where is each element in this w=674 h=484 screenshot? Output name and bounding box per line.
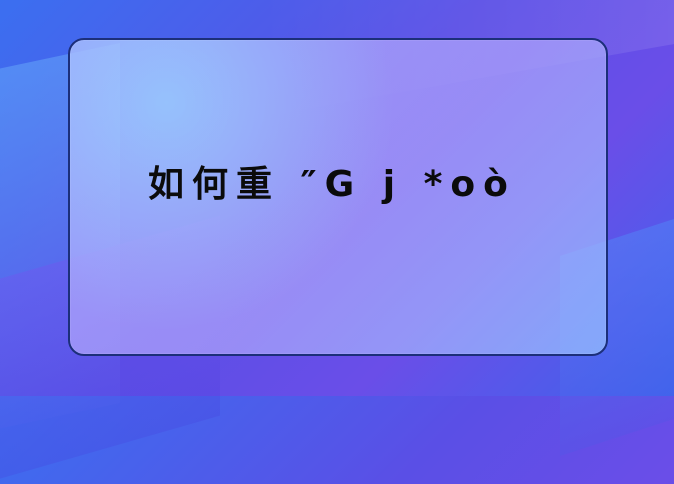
card-title: 如何重 ″G j *oò [148, 164, 516, 205]
